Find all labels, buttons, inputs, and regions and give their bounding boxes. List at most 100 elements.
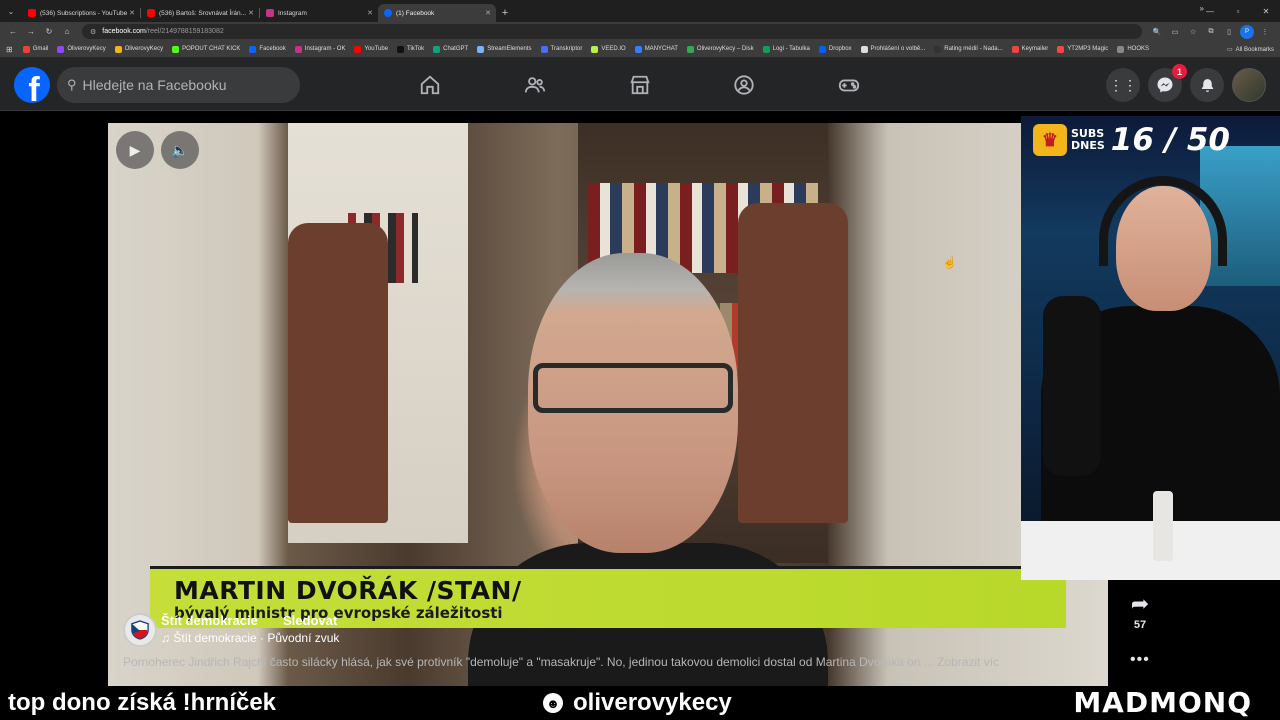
bookmark-item[interactable]: MANYCHAT — [634, 45, 678, 53]
bookmark-favicon-icon — [818, 45, 826, 53]
reel-video[interactable]: ▶ 🔈 MARTIN DVOŘÁK /STAN/ bývalý ministr … — [108, 123, 1108, 686]
close-window-icon[interactable]: ✕ — [1252, 0, 1280, 22]
url-host: facebook.com — [102, 28, 146, 35]
bookmark-item[interactable]: Dropbox — [818, 45, 852, 53]
crown-icon: ♛ — [1033, 124, 1067, 156]
back-icon[interactable]: ← — [4, 24, 22, 40]
tab-facebook[interactable]: (1) Facebook ✕ — [378, 4, 496, 22]
search-input[interactable] — [82, 77, 283, 93]
menu-icon[interactable]: ⋮ — [1258, 25, 1272, 39]
bookmark-star-icon[interactable]: ☆ — [1186, 25, 1200, 39]
bookmark-item[interactable]: HOOKS — [1117, 45, 1149, 53]
lower-third-name: MARTIN DVOŘÁK /STAN/ — [174, 576, 522, 605]
bookmark-item[interactable]: ChatGPT — [433, 45, 469, 53]
bookmark-item[interactable]: YouTube — [354, 45, 388, 53]
bookmark-item[interactable]: Facebook — [249, 45, 286, 53]
tab-search-icon[interactable]: ⌄ — [0, 0, 22, 22]
reel-caption[interactable]: Pornoherec Jindřich Rajchl často silácky… — [123, 655, 1093, 669]
home-nav-icon[interactable] — [417, 72, 443, 98]
volume-button[interactable]: 🔈 — [161, 131, 199, 169]
youtube-icon — [147, 9, 155, 17]
cast-icon[interactable]: ▭ — [1168, 25, 1182, 39]
profile-button[interactable]: P — [1240, 24, 1254, 39]
maximize-icon[interactable]: ▫ — [1224, 0, 1252, 22]
screen: ⌄ (536) Subscriptions - YouTube ✕ (536) … — [0, 0, 1280, 720]
friends-nav-icon[interactable] — [522, 72, 548, 98]
bookmark-item[interactable]: Keymailer — [1011, 45, 1048, 53]
marketplace-nav-icon[interactable] — [627, 72, 653, 98]
page-avatar[interactable] — [123, 613, 157, 647]
facebook-search[interactable]: ⚲ — [57, 67, 300, 103]
bookmark-favicon-icon — [22, 45, 30, 53]
bookmark-favicon-icon — [762, 45, 770, 53]
facebook-logo[interactable]: f — [14, 67, 50, 103]
bookmark-label: ChatGPT — [443, 46, 469, 52]
account-avatar[interactable] — [1232, 68, 1266, 102]
bookmark-label: TikTok — [407, 46, 425, 52]
home-icon[interactable]: ⌂ — [58, 24, 76, 40]
bookmark-item[interactable]: Logi - Tabulka — [762, 45, 810, 53]
reload-icon[interactable]: ↻ — [40, 24, 58, 40]
bookmark-item[interactable]: StreamElements — [477, 45, 532, 53]
music-note-icon: ♫ — [161, 631, 174, 645]
sponsor-logo: MADMONQ — [1073, 686, 1252, 719]
bookmark-favicon-icon — [1117, 45, 1125, 53]
bookmark-item[interactable]: TikTok — [397, 45, 425, 53]
bookmark-item[interactable]: Gmail — [22, 45, 48, 53]
close-icon[interactable]: ✕ — [367, 9, 373, 17]
share-button[interactable]: ➦ 57 — [1124, 591, 1156, 631]
tab-youtube-video[interactable]: (536) Bartoš: Srovnávat Írán... ✕ — [141, 4, 259, 22]
bookmark-item[interactable]: POPOUT CHAT KICK — [172, 45, 240, 53]
bookmark-favicon-icon — [1057, 45, 1065, 53]
subs-goal-label: SUBS DNES — [1071, 128, 1105, 152]
new-tab-button[interactable]: + — [496, 4, 514, 22]
close-icon[interactable]: ✕ — [485, 9, 491, 17]
bookmark-item[interactable]: VEED.IO — [591, 45, 626, 53]
tab-youtube-subscriptions[interactable]: (536) Subscriptions - YouTube ✕ — [22, 4, 140, 22]
tab-instagram[interactable]: Instagram ✕ — [260, 4, 378, 22]
messenger-icon[interactable]: 1 — [1148, 64, 1187, 102]
bookmark-item[interactable]: OliverovyKecy – Disk — [686, 45, 754, 53]
bookmark-favicon-icon — [249, 45, 257, 53]
bookmark-item[interactable]: YT2MP3 Magic — [1057, 45, 1108, 53]
instagram-icon — [266, 9, 274, 17]
bookmark-label: OliverovyKecy – Disk — [696, 46, 754, 52]
bookmark-favicon-icon — [294, 45, 302, 53]
bookmark-favicon-icon — [540, 45, 548, 53]
close-icon[interactable]: ✕ — [248, 9, 254, 17]
all-bookmarks[interactable]: ▭ All Bookmarks — [1227, 41, 1274, 58]
bookmark-favicon-icon — [57, 45, 65, 53]
bookmark-item[interactable]: OliverovyKecy — [114, 45, 163, 53]
close-icon[interactable]: ✕ — [129, 9, 135, 17]
apps-grid-icon[interactable]: ⊞ — [6, 45, 13, 54]
bookmark-label: Facebook — [259, 46, 286, 52]
follow-button[interactable]: Sledovat — [283, 613, 337, 628]
bookmarks-overflow-icon[interactable]: » — [1200, 0, 1204, 17]
address-bar[interactable]: ⚙ facebook.com/reel/2149788159183082 — [82, 24, 1142, 39]
browser-toolbar: ← → ↻ ⌂ ⚙ facebook.com/reel/214978815918… — [0, 22, 1280, 41]
search-icon: ⚲ — [67, 77, 77, 92]
bookmark-label: HOOKS — [1127, 46, 1149, 52]
sidebar-icon[interactable]: ▯ — [1222, 25, 1236, 39]
bookmark-label: Logi - Tabulka — [772, 46, 810, 52]
menu-grid-icon[interactable]: ⋮⋮ — [1106, 68, 1140, 102]
bookmark-item[interactable]: Prohlášení o volbě... — [860, 45, 925, 53]
streamer-webcam-overlay: ♛ SUBS DNES 16 / 50 — [1021, 116, 1280, 580]
audio-info[interactable]: ♫ Štít demokracie · Původní zvuk — [161, 631, 339, 645]
zoom-icon[interactable]: 🔍 — [1150, 25, 1164, 39]
page-name-link[interactable]: Štít demokracie — [161, 613, 258, 628]
bookmark-item[interactable]: Rating médií - Nada... — [934, 45, 1003, 53]
gaming-nav-icon[interactable] — [836, 72, 862, 98]
forward-icon[interactable]: → — [22, 24, 40, 40]
site-info-icon[interactable]: ⚙ — [90, 28, 96, 36]
extensions-icon[interactable]: ⧉ — [1204, 25, 1218, 39]
bell-icon[interactable] — [1190, 68, 1224, 102]
groups-nav-icon[interactable] — [731, 72, 757, 98]
subs-goal-widget: ♛ SUBS DNES 16 / 50 — [1033, 122, 1230, 158]
bookmark-item[interactable]: OliverovyKecy — [57, 45, 106, 53]
play-button[interactable]: ▶ — [116, 131, 154, 169]
bookmark-item[interactable]: Transkriptor — [540, 45, 582, 53]
facebook-icon — [384, 9, 392, 17]
more-options-icon[interactable]: ••• — [1130, 651, 1150, 669]
bookmark-item[interactable]: Instagram - OK — [294, 45, 345, 53]
